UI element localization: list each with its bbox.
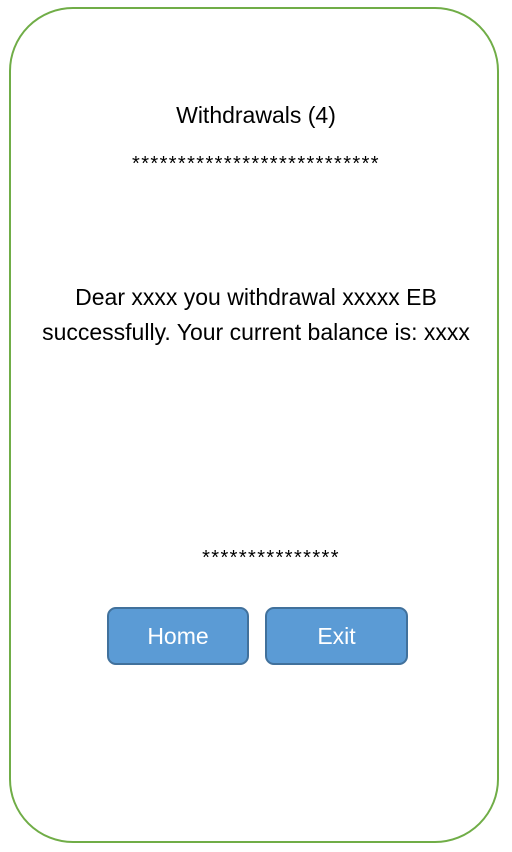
separator-bottom: *************** [202,547,340,569]
home-button-label: Home [147,622,209,649]
exit-button[interactable]: Exit [265,607,408,665]
page-title: Withdrawals (4) [176,102,336,128]
exit-button-label: Exit [317,622,356,649]
separator-top: *************************** [132,153,380,175]
confirmation-message: Dear xxxx you withdrawal xxxxx EB succes… [42,284,470,345]
phone-frame [9,7,499,843]
home-button[interactable]: Home [107,607,249,665]
